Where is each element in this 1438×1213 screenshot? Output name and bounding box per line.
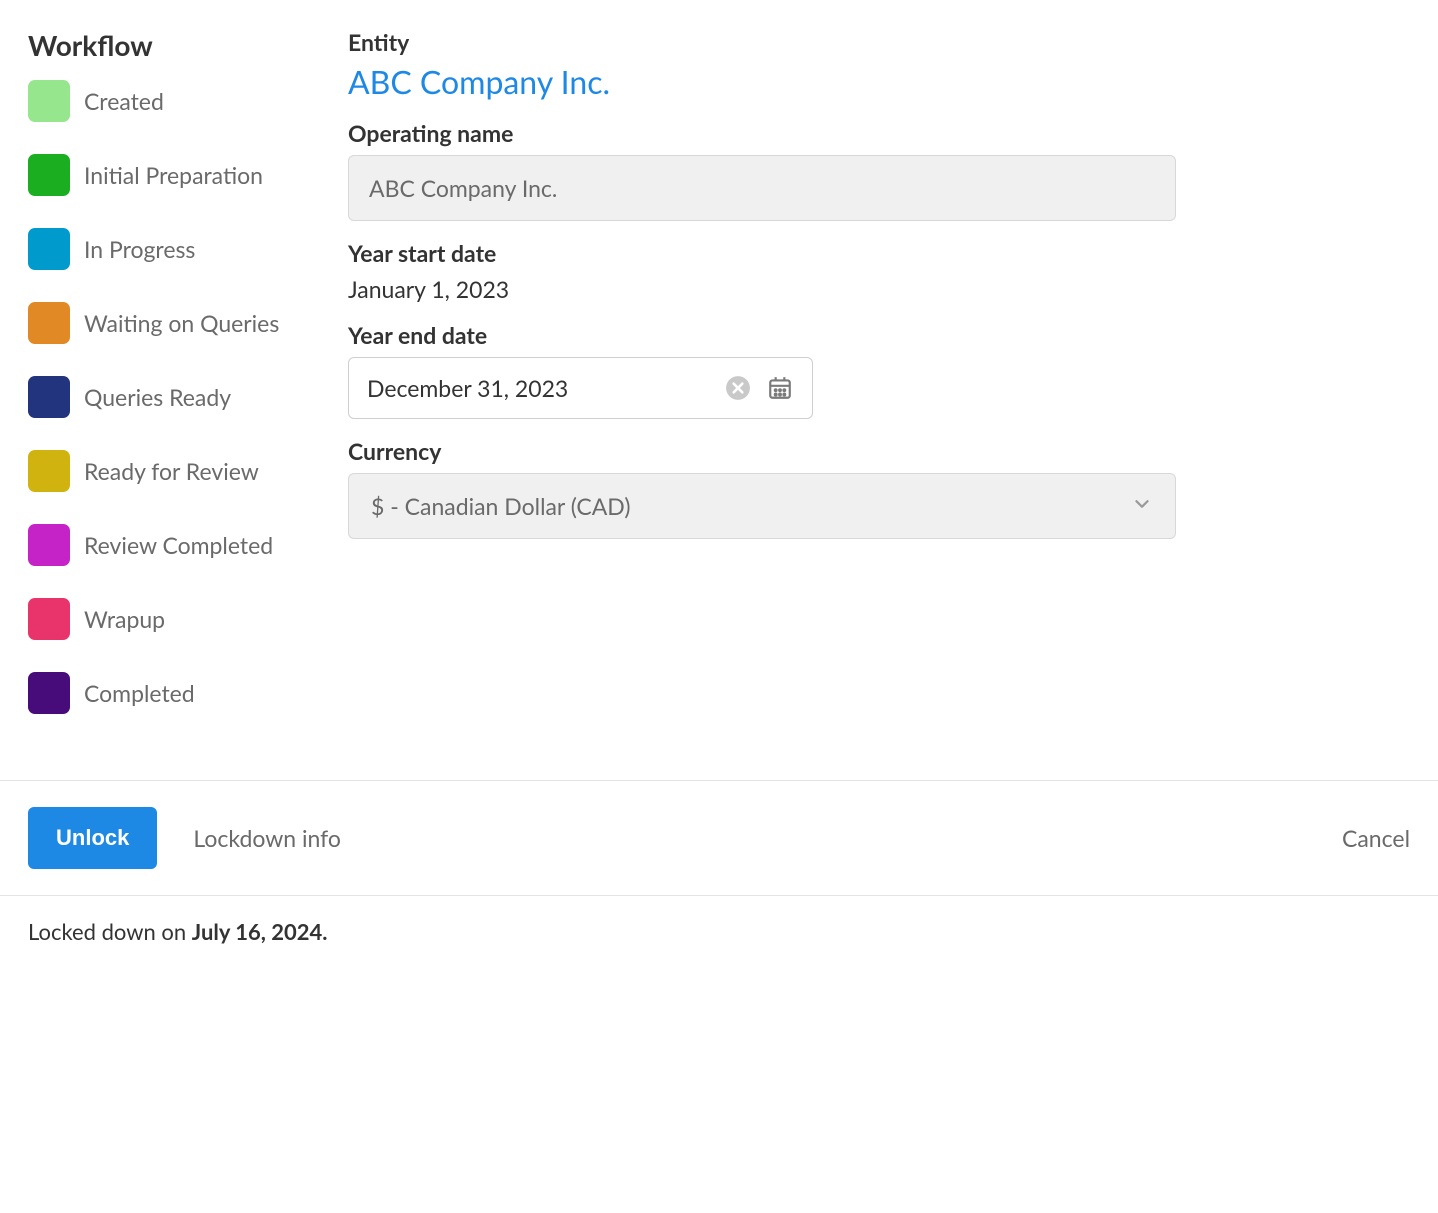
workflow-item-queries-ready[interactable]: Queries Ready xyxy=(28,376,348,418)
operating-name-label: Operating name xyxy=(348,119,1400,147)
workflow-item-label: Completed xyxy=(84,679,195,707)
currency-select[interactable]: $ - Canadian Dollar (CAD) xyxy=(348,473,1176,539)
lockdown-info-link[interactable]: Lockdown info xyxy=(193,824,341,852)
workflow-title: Workflow xyxy=(28,28,348,62)
entity-name-link[interactable]: ABC Company Inc. xyxy=(348,62,610,101)
entity-form: Entity ABC Company Inc. Operating name A… xyxy=(348,28,1410,746)
currency-field: Currency $ - Canadian Dollar (CAD) xyxy=(348,437,1400,539)
workflow-swatch xyxy=(28,450,70,492)
entity-heading: Entity xyxy=(348,28,1400,56)
main-container: Workflow Created Initial Preparation In Pr… xyxy=(0,0,1438,746)
year-end-field: Year end date December 31, 2023 xyxy=(348,321,1400,419)
workflow-item-created[interactable]: Created xyxy=(28,80,348,122)
chevron-down-icon xyxy=(1131,493,1153,519)
workflow-item-label: Queries Ready xyxy=(84,383,231,411)
operating-name-input[interactable]: ABC Company Inc. xyxy=(348,155,1176,221)
workflow-swatch xyxy=(28,302,70,344)
workflow-swatch xyxy=(28,228,70,270)
cancel-link[interactable]: Cancel xyxy=(1342,824,1410,852)
workflow-sidebar: Workflow Created Initial Preparation In Pr… xyxy=(28,28,348,746)
year-end-label: Year end date xyxy=(348,321,1400,349)
workflow-swatch xyxy=(28,672,70,714)
locked-date: July 16, 2024. xyxy=(192,918,328,945)
year-end-value: December 31, 2023 xyxy=(367,374,710,402)
workflow-list: Created Initial Preparation In Progress Wai… xyxy=(28,80,348,714)
workflow-item-initial-preparation[interactable]: Initial Preparation xyxy=(28,154,348,196)
footer-bar: Unlock Lockdown info Cancel xyxy=(0,781,1438,895)
workflow-item-wrapup[interactable]: Wrapup xyxy=(28,598,348,640)
workflow-item-label: Wrapup xyxy=(84,605,165,633)
workflow-item-review-completed[interactable]: Review Completed xyxy=(28,524,348,566)
workflow-item-label: In Progress xyxy=(84,235,195,263)
workflow-item-label: Review Completed xyxy=(84,531,273,559)
workflow-item-ready-for-review[interactable]: Ready for Review xyxy=(28,450,348,492)
unlock-button[interactable]: Unlock xyxy=(28,807,157,869)
currency-label: Currency xyxy=(348,437,1400,465)
workflow-item-label: Ready for Review xyxy=(84,457,259,485)
workflow-item-label: Created xyxy=(84,87,164,115)
year-start-label: Year start date xyxy=(348,239,1400,267)
workflow-swatch xyxy=(28,598,70,640)
clear-date-icon[interactable] xyxy=(724,374,752,402)
workflow-swatch xyxy=(28,80,70,122)
workflow-item-in-progress[interactable]: In Progress xyxy=(28,228,348,270)
workflow-swatch xyxy=(28,524,70,566)
locked-prefix: Locked down on xyxy=(28,918,192,945)
year-start-value: January 1, 2023 xyxy=(348,275,1400,303)
year-end-input[interactable]: December 31, 2023 xyxy=(348,357,813,419)
calendar-icon[interactable] xyxy=(766,374,794,402)
locked-status: Locked down on July 16, 2024. xyxy=(0,895,1438,967)
workflow-item-waiting-on-queries[interactable]: Waiting on Queries xyxy=(28,302,348,344)
workflow-item-label: Initial Preparation xyxy=(84,161,263,189)
year-start-field: Year start date January 1, 2023 xyxy=(348,239,1400,303)
currency-value: $ - Canadian Dollar (CAD) xyxy=(371,492,1131,520)
workflow-swatch xyxy=(28,376,70,418)
workflow-swatch xyxy=(28,154,70,196)
workflow-item-label: Waiting on Queries xyxy=(84,309,279,337)
operating-name-field: Operating name ABC Company Inc. xyxy=(348,119,1400,221)
workflow-item-completed[interactable]: Completed xyxy=(28,672,348,714)
